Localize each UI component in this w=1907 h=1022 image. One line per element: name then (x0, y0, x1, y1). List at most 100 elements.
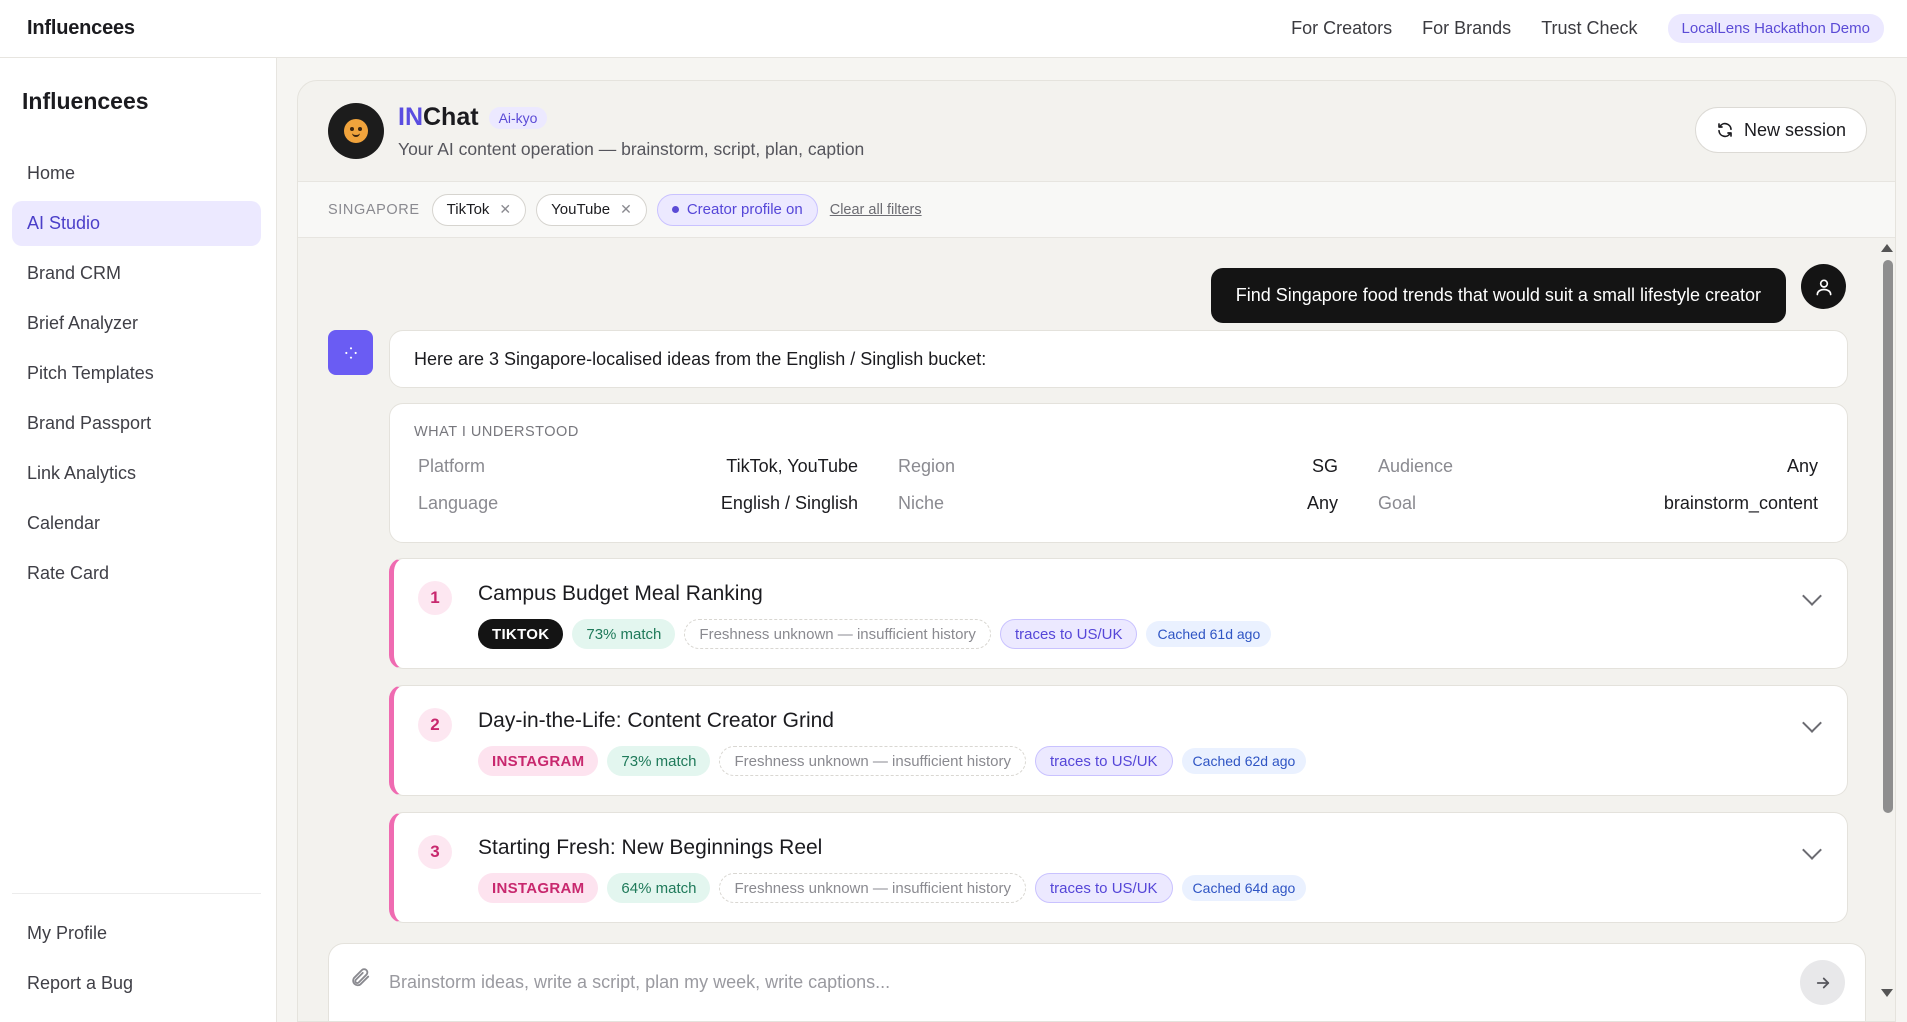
demo-badge[interactable]: LocalLens Hackathon Demo (1667, 14, 1884, 43)
kv-language: Language English / Singlish (418, 493, 858, 513)
bot-face-icon (344, 119, 368, 143)
ai-avatar (328, 330, 373, 375)
idea-number: 3 (418, 835, 452, 869)
sidebar-bottom-nav: My Profile Report a Bug (12, 911, 261, 1011)
sidebar-item-brief-analyzer[interactable]: Brief Analyzer (12, 301, 261, 346)
idea-tags: INSTAGRAM 73% match Freshness unknown — … (478, 746, 1307, 776)
chip-label: YouTube (551, 201, 611, 218)
filter-chip-youtube[interactable]: YouTube ✕ (536, 193, 647, 226)
chevron-down-icon[interactable] (1802, 840, 1822, 860)
sidebar-item-rate-card[interactable]: Rate Card (12, 551, 261, 596)
chip-label: Creator profile on (686, 201, 803, 218)
bot-avatar (328, 103, 384, 159)
message-input[interactable] (389, 962, 1769, 1002)
match-tag: 73% match (572, 619, 676, 649)
idea-title: Campus Budget Meal Ranking (478, 582, 763, 605)
kv-niche: Niche Any (898, 493, 1338, 513)
idea-title: Starting Fresh: New Beginnings Reel (478, 836, 823, 859)
refresh-icon (1718, 122, 1732, 138)
idea-card[interactable]: 3 Starting Fresh: New Beginnings Reel IN… (389, 812, 1848, 923)
topbar-brand[interactable]: Influencees (27, 17, 135, 40)
chip-label: TikTok (446, 201, 490, 218)
match-tag: 64% match (607, 873, 711, 903)
close-icon[interactable]: ✕ (620, 201, 632, 218)
kv-platform: Platform TikTok, YouTube (418, 456, 858, 476)
chevron-down-icon[interactable] (1802, 586, 1822, 606)
sidebar-item-calendar[interactable]: Calendar (12, 501, 261, 546)
scrollbar[interactable] (1881, 238, 1895, 1003)
scroll-down-icon[interactable] (1881, 989, 1893, 997)
nav-trust-check[interactable]: Trust Check (1541, 18, 1637, 39)
top-navbar: Influencees For Creators For Brands Trus… (0, 0, 1907, 58)
nav-for-brands[interactable]: For Brands (1422, 18, 1511, 39)
scroll-up-icon[interactable] (1881, 244, 1893, 252)
message-composer (328, 943, 1866, 1021)
sidebar-divider (12, 893, 261, 894)
topbar-nav: For Creators For Brands Trust Check Loca… (1291, 14, 1884, 43)
chat-title: IN Chat Ai-kyo (398, 103, 548, 132)
chat-subtitle: Your AI content operation — brainstorm, … (398, 139, 865, 159)
nav-for-creators[interactable]: For Creators (1291, 18, 1392, 39)
new-session-button[interactable]: New session (1694, 107, 1867, 153)
trace-tag: traces to US/UK (1035, 746, 1173, 776)
sidebar-brand: Influencees (22, 88, 149, 114)
close-icon[interactable]: ✕ (499, 201, 511, 218)
chat-title-rest: Chat (423, 103, 479, 131)
send-button[interactable] (1800, 960, 1845, 1005)
idea-tags: INSTAGRAM 64% match Freshness unknown — … (478, 873, 1307, 903)
new-session-label: New session (1743, 119, 1846, 140)
idea-card[interactable]: 1 Campus Budget Meal Ranking TIKTOK 73% … (389, 558, 1848, 669)
ai-message: Here are 3 Singapore-localised ideas fro… (389, 330, 1848, 388)
sidebar-item-report-bug[interactable]: Report a Bug (12, 961, 261, 1006)
status-dot-icon (671, 206, 679, 213)
kv-audience: Audience Any (1378, 456, 1818, 476)
understood-card: WHAT I UNDERSTOOD Platform TikTok, YouTub… (389, 403, 1848, 543)
freshness-tag: Freshness unknown — insufficient history (719, 873, 1026, 903)
cache-tag: Cached 62d ago (1181, 748, 1307, 774)
sidebar-item-my-profile[interactable]: My Profile (12, 911, 261, 956)
clear-filters-link[interactable]: Clear all filters (830, 202, 922, 218)
idea-card[interactable]: 2 Day-in-the-Life: Content Creator Grind… (389, 685, 1848, 796)
trace-tag: traces to US/UK (1035, 873, 1173, 903)
filter-chip-tiktok[interactable]: TikTok ✕ (431, 193, 527, 226)
sidebar-item-link-analytics[interactable]: Link Analytics (12, 451, 261, 496)
chat-badge: Ai-kyo (488, 106, 548, 129)
creator-profile-chip[interactable]: Creator profile on (656, 193, 818, 226)
idea-title: Day-in-the-Life: Content Creator Grind (478, 709, 834, 732)
chat-header: IN Chat Ai-kyo Your AI content operation… (298, 81, 1895, 181)
chat-title-accent: IN (398, 103, 423, 131)
arrow-right-icon (1816, 977, 1829, 988)
cache-tag: Cached 61d ago (1146, 621, 1272, 647)
trace-tag: traces to US/UK (999, 619, 1138, 649)
understood-title: WHAT I UNDERSTOOD (414, 424, 579, 440)
platform-tag: INSTAGRAM (478, 746, 599, 776)
user-icon (1816, 279, 1831, 295)
kv-goal: Goal brainstorm_content (1378, 493, 1818, 513)
sidebar-item-ai-studio[interactable]: AI Studio (12, 201, 261, 246)
match-tag: 73% match (607, 746, 711, 776)
sidebar-item-home[interactable]: Home (12, 151, 261, 196)
freshness-tag: Freshness unknown — insufficient history (684, 619, 991, 649)
idea-number: 1 (418, 581, 452, 615)
user-message: Find Singapore food trends that would su… (1210, 268, 1786, 323)
sidebar-nav: Home AI Studio Brand CRM Brief Analyzer … (12, 151, 261, 601)
platform-tag: TIKTOK (478, 619, 564, 649)
idea-tags: TIKTOK 73% match Freshness unknown — ins… (478, 619, 1272, 649)
sparkle-icon (344, 346, 357, 359)
freshness-tag: Freshness unknown — insufficient history (719, 746, 1026, 776)
platform-tag: INSTAGRAM (478, 873, 599, 903)
cache-tag: Cached 64d ago (1181, 875, 1307, 901)
sidebar: Influencees Home AI Studio Brand CRM Bri… (0, 58, 277, 1022)
kv-region: Region SG (898, 456, 1338, 476)
sidebar-item-brand-passport[interactable]: Brand Passport (12, 401, 261, 446)
scrollbar-thumb[interactable] (1883, 260, 1893, 813)
sidebar-item-pitch-templates[interactable]: Pitch Templates (12, 351, 261, 396)
sidebar-item-brand-crm[interactable]: Brand CRM (12, 251, 261, 296)
idea-number: 2 (418, 708, 452, 742)
paperclip-icon[interactable] (349, 966, 371, 988)
understood-grid: Platform TikTok, YouTube Region SG Audienc… (418, 453, 1818, 516)
region-label: SINGAPORE (328, 201, 420, 218)
message-list[interactable]: Find Singapore food trends that would su… (298, 238, 1895, 1003)
chevron-down-icon[interactable] (1802, 713, 1822, 733)
user-avatar[interactable] (1801, 264, 1846, 309)
